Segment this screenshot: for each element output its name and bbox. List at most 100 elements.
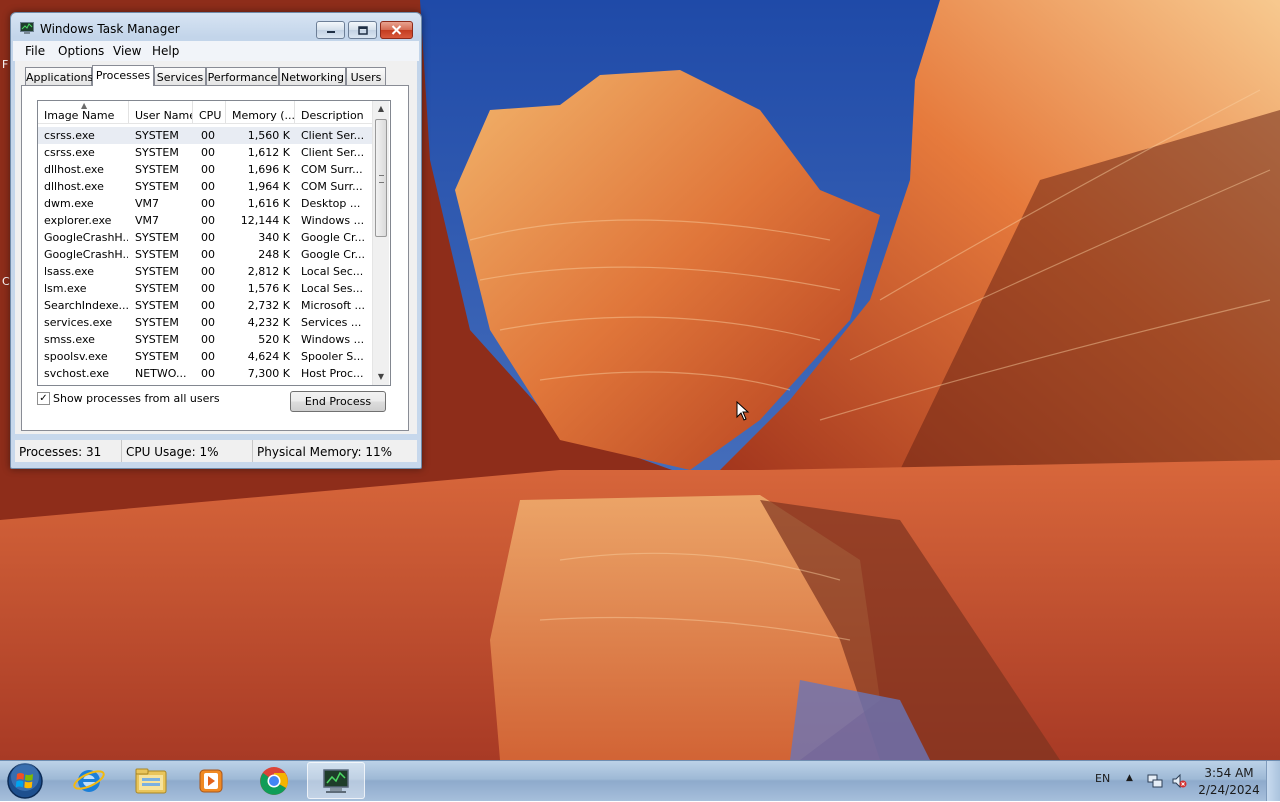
cell-cpu: 00 xyxy=(201,163,215,176)
close-icon xyxy=(391,25,402,35)
cell-memory: 1,612 K xyxy=(247,146,290,159)
cell-memory: 340 K xyxy=(258,231,290,244)
show-hidden-icons-arrow-icon[interactable]: ▲ xyxy=(1126,773,1133,783)
media-player-icon xyxy=(199,769,223,793)
table-row[interactable]: lsm.exe SYSTEM 00 1,576 K Local Ses... xyxy=(38,280,372,297)
column-header-description[interactable]: Description xyxy=(295,101,372,123)
menu-file[interactable]: File xyxy=(25,44,45,58)
cell-memory: 12,144 K xyxy=(240,214,290,227)
desktop-edge-glyph: F xyxy=(2,58,9,71)
clock-date[interactable]: 2/24/2024 xyxy=(1198,783,1260,797)
column-header-user-name[interactable]: User Name xyxy=(129,101,193,123)
clock-time[interactable]: 3:54 AM xyxy=(1198,766,1260,780)
column-header-image-name[interactable]: ▲ Image Name xyxy=(38,101,129,123)
table-row[interactable]: lsass.exe SYSTEM 00 2,812 K Local Sec... xyxy=(38,263,372,280)
scroll-down-arrow-icon[interactable]: ▼ xyxy=(373,369,389,385)
menu-view[interactable]: View xyxy=(113,44,141,58)
table-row[interactable]: GoogleCrashH... SYSTEM 00 248 K Google Cr... xyxy=(38,246,372,263)
taskbar-internet-explorer[interactable] xyxy=(60,762,118,799)
end-process-button[interactable]: End Process xyxy=(290,391,386,412)
table-row[interactable]: smss.exe SYSTEM 00 520 K Windows ... xyxy=(38,331,372,348)
taskbar-task-manager[interactable] xyxy=(307,762,365,799)
cell-image: explorer.exe xyxy=(44,214,112,227)
minimize-button[interactable] xyxy=(316,21,345,39)
task-manager-window: Windows Task Manager File Options View H… xyxy=(10,12,422,469)
table-row[interactable]: spoolsv.exe SYSTEM 00 4,624 K Spooler S... xyxy=(38,348,372,365)
cell-cpu: 00 xyxy=(201,248,215,261)
cell-cpu: 00 xyxy=(201,350,215,363)
cell-image: SearchIndexe... xyxy=(44,299,128,312)
cell-cpu: 00 xyxy=(201,180,215,193)
column-header-cpu[interactable]: CPU xyxy=(193,101,226,123)
cell-cpu: 00 xyxy=(201,214,215,227)
cell-user: SYSTEM xyxy=(135,282,179,295)
cell-description: COM Surr... xyxy=(301,180,363,193)
status-cpu-usage: CPU Usage: 1% xyxy=(122,440,253,462)
cell-memory: 2,732 K xyxy=(247,299,290,312)
table-row[interactable]: csrss.exe SYSTEM 00 1,560 K Client Ser... xyxy=(38,127,372,144)
cell-image: GoogleCrashH... xyxy=(44,248,128,261)
maximize-button[interactable] xyxy=(348,21,377,39)
table-row[interactable]: dllhost.exe SYSTEM 00 1,696 K COM Surr... xyxy=(38,161,372,178)
tab-performance[interactable]: Performance xyxy=(206,67,279,85)
tab-processes[interactable]: Processes xyxy=(92,65,154,86)
scroll-thumb[interactable] xyxy=(375,119,387,237)
volume-muted-icon[interactable] xyxy=(1171,773,1187,789)
cell-image: smss.exe xyxy=(44,333,95,346)
cell-user: VM7 xyxy=(135,214,160,227)
tab-users[interactable]: Users xyxy=(346,67,386,85)
cell-user: SYSTEM xyxy=(135,231,179,244)
cell-memory: 4,624 K xyxy=(247,350,290,363)
tab-networking[interactable]: Networking xyxy=(279,67,346,85)
taskbar-media-player[interactable] xyxy=(182,762,240,799)
cell-memory: 2,812 K xyxy=(247,265,290,278)
tray-language-indicator[interactable]: EN xyxy=(1095,772,1110,785)
title-bar[interactable]: Windows Task Manager xyxy=(11,13,421,43)
show-all-users-checkbox[interactable]: ✓ xyxy=(37,392,50,405)
task-manager-icon xyxy=(20,22,34,34)
cell-user: SYSTEM xyxy=(135,248,179,261)
process-list[interactable]: ▲ Image Name User Name CPU Memory (... D… xyxy=(37,100,391,386)
cell-memory: 1,616 K xyxy=(247,197,290,210)
table-row[interactable]: csrss.exe SYSTEM 00 1,612 K Client Ser... xyxy=(38,144,372,161)
cell-user: SYSTEM xyxy=(135,333,179,346)
cell-description: Desktop ... xyxy=(301,197,361,210)
tab-services[interactable]: Services xyxy=(154,67,206,85)
table-row[interactable]: dwm.exe VM7 00 1,616 K Desktop ... xyxy=(38,195,372,212)
show-all-users-label[interactable]: Show processes from all users xyxy=(53,392,220,405)
sort-arrow-icon: ▲ xyxy=(81,101,88,110)
cell-image: GoogleCrashH... xyxy=(44,231,128,244)
taskbar-windows-explorer[interactable] xyxy=(122,762,180,799)
close-button[interactable] xyxy=(380,21,413,39)
maximize-icon xyxy=(357,25,368,35)
vertical-scrollbar[interactable]: ▲ ▼ xyxy=(372,101,389,385)
table-row[interactable]: services.exe SYSTEM 00 4,232 K Services ... xyxy=(38,314,372,331)
table-row[interactable]: svchost.exe NETWO... 00 7,300 K Host Proc... xyxy=(38,365,372,382)
windows-start-orb-icon[interactable] xyxy=(6,762,44,800)
tab-applications[interactable]: Applications xyxy=(25,67,93,85)
scroll-up-arrow-icon[interactable]: ▲ xyxy=(373,101,389,117)
taskbar-chrome[interactable] xyxy=(245,762,303,799)
column-header-memory[interactable]: Memory (... xyxy=(226,101,295,123)
menu-options[interactable]: Options xyxy=(58,44,104,58)
table-row[interactable]: dllhost.exe SYSTEM 00 1,964 K COM Surr... xyxy=(38,178,372,195)
show-desktop-button[interactable] xyxy=(1266,761,1280,801)
cell-cpu: 00 xyxy=(201,333,215,346)
table-row[interactable]: GoogleCrashH... SYSTEM 00 340 K Google Cr... xyxy=(38,229,372,246)
cell-memory: 1,560 K xyxy=(247,129,290,142)
window-client-area: Applications Processes Services Performa… xyxy=(15,61,417,434)
cell-image: lsm.exe xyxy=(44,282,87,295)
cell-image: lsass.exe xyxy=(44,265,94,278)
table-row[interactable]: SearchIndexe... SYSTEM 00 2,732 K Microsoft … xyxy=(38,297,372,314)
window-title: Windows Task Manager xyxy=(40,22,180,36)
cell-image: services.exe xyxy=(44,316,113,329)
cell-memory: 248 K xyxy=(258,248,290,261)
cell-user: SYSTEM xyxy=(135,180,179,193)
table-row[interactable]: explorer.exe VM7 00 12,144 K Windows ... xyxy=(38,212,372,229)
cell-memory: 4,232 K xyxy=(247,316,290,329)
cell-memory: 1,576 K xyxy=(247,282,290,295)
cell-cpu: 00 xyxy=(201,316,215,329)
cell-cpu: 00 xyxy=(201,299,215,312)
menu-help[interactable]: Help xyxy=(152,44,179,58)
network-icon[interactable] xyxy=(1147,773,1163,789)
